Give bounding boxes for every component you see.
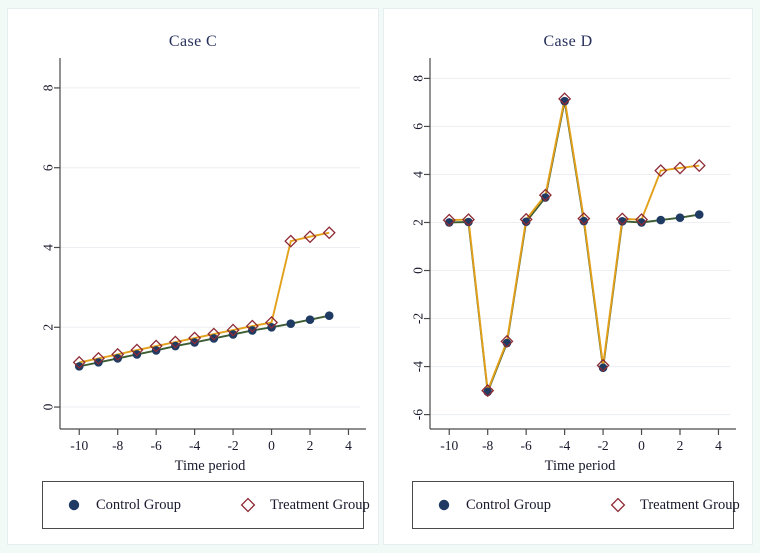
plot-case-d: -6 -4 -2 0 2 4 6 8 -10 -8 -6 -4 -2 0 2 4 Time period (411, 58, 736, 474)
y-tick-label: 8 (41, 84, 56, 91)
data-point-control (324, 311, 334, 321)
y-tick-label: 0 (411, 267, 426, 274)
y-tick-label: 4 (411, 171, 426, 178)
x-tick-label: 4 (715, 438, 722, 453)
x-tick-label: -8 (482, 438, 493, 453)
data-point-control (74, 362, 84, 371)
data-point-control (132, 350, 142, 359)
legend-entry-treatment: Treatment Group (239, 496, 370, 514)
x-tick-label: 4 (345, 438, 352, 453)
legend-case-d: Control Group Treatment Group (412, 481, 740, 529)
y-tick-label: -6 (411, 409, 426, 420)
x-tick-label: -2 (227, 438, 238, 453)
y-tick-label: -2 (411, 313, 426, 324)
x-tick-label: -4 (559, 438, 570, 453)
series-line-control (449, 101, 700, 393)
data-point-control (151, 346, 161, 355)
legend-label-treatment: Treatment Group (639, 496, 740, 513)
data-point-control (228, 330, 238, 339)
y-tick-label: 0 (41, 403, 56, 410)
x-tick-label: 0 (638, 438, 645, 453)
legend-entry-treatment: Treatment Group (609, 496, 740, 514)
data-point-control (248, 326, 257, 335)
open-diamond-marker-icon (610, 497, 626, 513)
data-point-control (286, 319, 296, 328)
chart-panel-case-d: Case D -6 -4 -2 0 2 4 6 8 -10 -8 -6 -4 -2 0 2 4 Time per… (383, 8, 753, 545)
y-tick-label: 6 (41, 164, 56, 171)
legend-label-control: Control Group (466, 496, 551, 513)
filled-circle-marker-icon (438, 499, 450, 511)
plot-case-c: 0 2 4 6 8 -10 -8 -6 -4 -2 0 2 4 Time period (41, 58, 366, 474)
y-tick-label: 6 (411, 123, 426, 130)
y-tick-label: 8 (411, 75, 426, 82)
data-point-control (94, 358, 103, 367)
x-tick-label: 0 (268, 438, 275, 453)
data-point-control (209, 334, 219, 343)
filled-circle-marker-icon (68, 499, 80, 511)
y-tick-label: -4 (411, 361, 426, 372)
y-tick-label: 2 (411, 219, 426, 226)
y-tick-label: 4 (41, 244, 56, 251)
x-tick-label: -8 (112, 438, 123, 453)
x-tick-label: -6 (151, 438, 162, 453)
x-axis-title: Time period (175, 458, 247, 474)
legend-entry-control: Control Group (435, 496, 551, 514)
data-point-control (694, 210, 704, 219)
open-diamond-marker-icon (240, 497, 256, 513)
y-tick-label: 2 (41, 324, 56, 331)
data-point-control (305, 315, 315, 324)
data-point-control (113, 354, 122, 363)
legend-label-control: Control Group (96, 496, 181, 513)
series-line-treatment (449, 98, 700, 391)
x-tick-label: -4 (189, 438, 200, 453)
data-point-control (171, 341, 180, 351)
series-line-treatment (79, 231, 330, 364)
x-axis-title: Time period (545, 458, 617, 474)
x-tick-label: -10 (440, 438, 458, 453)
x-tick-label: -2 (597, 438, 608, 453)
data-point-control (675, 213, 685, 222)
x-tick-label: 2 (307, 438, 314, 453)
x-tick-label: -6 (521, 438, 532, 453)
legend-label-treatment: Treatment Group (269, 496, 370, 513)
x-tick-label: -10 (70, 438, 88, 453)
chart-panel-case-c: Case C 0 2 4 6 8 -10 -8 -6 -4 -2 0 2 4 Time period Co… (7, 8, 379, 545)
data-point-control (656, 215, 666, 225)
data-point-control (190, 338, 199, 347)
legend-case-c: Control Group Treatment Group (42, 481, 370, 529)
legend-entry-control: Control Group (65, 496, 181, 514)
x-tick-label: 2 (677, 438, 684, 453)
screenshot-root: Case C 0 2 4 6 8 -10 -8 -6 -4 -2 0 2 4 Time period Co… (0, 0, 760, 553)
